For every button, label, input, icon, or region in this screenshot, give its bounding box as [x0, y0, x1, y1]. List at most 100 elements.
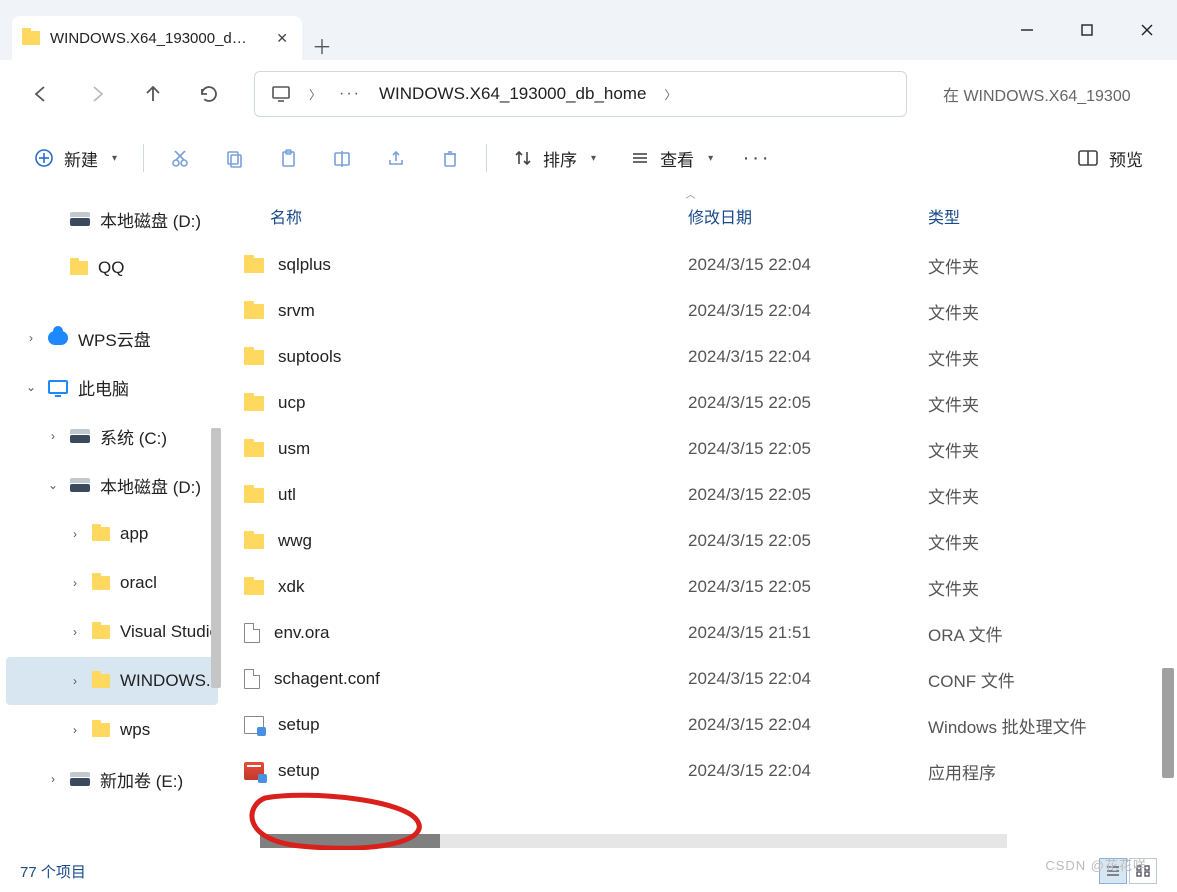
file-row[interactable]: suptools2024/3/15 22:04文件夹 — [224, 334, 1177, 380]
chevron-down-icon: ▾ — [708, 153, 713, 164]
chevron-right-icon[interactable]: › — [68, 527, 82, 541]
chevron-right-icon[interactable]: › — [24, 331, 38, 345]
folder-icon — [244, 258, 264, 273]
col-name[interactable]: 名称 — [244, 204, 688, 228]
file-row[interactable]: setup2024/3/15 22:04应用程序 — [224, 748, 1177, 794]
sidebar-item-label: wps — [120, 720, 150, 740]
up-button[interactable] — [130, 71, 176, 117]
file-row[interactable]: xdk2024/3/15 22:05文件夹 — [224, 564, 1177, 610]
navbar: 〉 ··· WINDOWS.X64_193000_db_home 〉 在 WIN… — [0, 60, 1177, 128]
collapse-handle[interactable]: ︿ — [224, 188, 1157, 200]
preview-label: 预览 — [1109, 146, 1143, 171]
folder-icon — [244, 304, 264, 319]
file-name: env.ora — [274, 623, 329, 643]
horizontal-scrollbar[interactable] — [260, 834, 1007, 848]
back-button[interactable] — [18, 71, 64, 117]
details-view-button[interactable] — [1099, 858, 1127, 884]
more-icon[interactable]: ··· — [339, 85, 361, 103]
chevron-down-icon: ▾ — [112, 153, 117, 164]
rename-button[interactable] — [318, 138, 366, 178]
maximize-button[interactable] — [1057, 0, 1117, 60]
fld-icon — [92, 625, 110, 639]
file-date: 2024/3/15 22:05 — [688, 531, 928, 551]
minimize-button[interactable] — [997, 0, 1057, 60]
sidebar-item[interactable]: ›oracl — [6, 559, 218, 607]
file-row[interactable]: wwg2024/3/15 22:05文件夹 — [224, 518, 1177, 564]
col-type[interactable]: 类型 — [928, 204, 1177, 228]
sidebar-item[interactable]: ⌄ 本地磁盘 (D:) — [6, 461, 218, 509]
tab-title: WINDOWS.X64_193000_db_hc — [50, 30, 250, 47]
sidebar-item[interactable]: › wps — [6, 706, 218, 754]
preview-button[interactable]: 预览 — [1063, 138, 1157, 178]
grid-view-button[interactable] — [1129, 858, 1157, 884]
sidebar-item-label: 本地磁盘 (D:) — [100, 473, 201, 498]
chevron-right-icon[interactable]: › — [68, 576, 82, 590]
sidebar-item[interactable]: ›系统 (C:) — [6, 412, 218, 460]
address-bar[interactable]: 〉 ··· WINDOWS.X64_193000_db_home 〉 — [254, 71, 907, 117]
breadcrumb-current[interactable]: WINDOWS.X64_193000_db_home — [379, 84, 646, 104]
file-row[interactable]: ucp2024/3/15 22:05文件夹 — [224, 380, 1177, 426]
folder-icon — [244, 396, 264, 411]
close-tab-icon[interactable]: ✕ — [264, 30, 288, 47]
sidebar-item[interactable]: ⌄ 此电脑 — [6, 363, 218, 411]
new-button[interactable]: 新建 ▾ — [20, 138, 131, 178]
hdd-icon — [70, 484, 90, 492]
file-date: 2024/3/15 22:05 — [688, 439, 928, 459]
sidebar-item-label: 此电脑 — [78, 375, 129, 400]
batch-icon — [244, 716, 264, 734]
sidebar-item[interactable]: › 新加卷 (E:) — [6, 755, 218, 803]
sidebar-item[interactable]: ›WINDOWS.X — [6, 657, 218, 705]
file-row[interactable]: utl2024/3/15 22:05文件夹 — [224, 472, 1177, 518]
more-button[interactable]: ··· — [733, 138, 781, 178]
file-date: 2024/3/15 22:04 — [688, 669, 928, 689]
delete-button[interactable] — [426, 138, 474, 178]
search-input[interactable]: 在 WINDOWS.X64_19300 — [929, 71, 1159, 117]
chevron-right-icon[interactable]: 〉 — [309, 86, 321, 103]
sidebar-item[interactable]: ›QQ — [6, 244, 218, 292]
chevron-right-icon[interactable]: 〉 — [664, 86, 676, 103]
chevron-right-icon[interactable]: › — [46, 429, 60, 443]
fld-icon — [92, 674, 110, 688]
file-row[interactable]: srvm2024/3/15 22:04文件夹 — [224, 288, 1177, 334]
chevron-down-icon[interactable]: ⌄ — [24, 380, 38, 394]
file-date: 2024/3/15 22:04 — [688, 301, 928, 321]
file-row[interactable]: env.ora2024/3/15 21:51ORA 文件 — [224, 610, 1177, 656]
sidebar-item-label: 本地磁盘 (D:) — [100, 207, 201, 232]
sort-button[interactable]: 排序 ▾ — [499, 138, 610, 178]
chevron-right-icon[interactable]: › — [68, 674, 82, 688]
file-date: 2024/3/15 22:04 — [688, 347, 928, 367]
chevron-right-icon[interactable]: › — [68, 723, 82, 737]
col-date[interactable]: 修改日期 — [688, 204, 928, 228]
paste-button[interactable] — [264, 138, 312, 178]
chevron-right-icon[interactable]: › — [46, 772, 60, 786]
close-button[interactable] — [1117, 0, 1177, 60]
file-name: setup — [278, 761, 320, 781]
sidebar-item[interactable]: ›WPS云盘 — [6, 314, 218, 362]
share-button[interactable] — [372, 138, 420, 178]
refresh-button[interactable] — [186, 71, 232, 117]
file-type: Windows 批处理文件 — [928, 713, 1177, 738]
sidebar-item-label: 新加卷 (E:) — [100, 767, 183, 792]
file-row[interactable]: setup2024/3/15 22:04Windows 批处理文件 — [224, 702, 1177, 748]
file-name: utl — [278, 485, 296, 505]
sidebar-item[interactable]: ›Visual Studio — [6, 608, 218, 656]
file-type: 文件夹 — [928, 529, 1177, 554]
file-row[interactable]: schagent.conf2024/3/15 22:04CONF 文件 — [224, 656, 1177, 702]
chevron-down-icon[interactable]: ⌄ — [46, 478, 60, 492]
copy-button[interactable] — [210, 138, 258, 178]
tab-current[interactable]: WINDOWS.X64_193000_db_hc ✕ — [12, 16, 302, 60]
file-type: 文件夹 — [928, 437, 1177, 462]
file-row[interactable]: sqlplus2024/3/15 22:04文件夹 — [224, 242, 1177, 288]
file-type: 文件夹 — [928, 299, 1177, 324]
view-button[interactable]: 查看 ▾ — [616, 138, 727, 178]
new-tab-button[interactable]: ＋ — [302, 31, 342, 60]
sidebar-item[interactable]: ›app — [6, 510, 218, 558]
chevron-right-icon[interactable]: › — [68, 625, 82, 639]
forward-button[interactable] — [74, 71, 120, 117]
status-bar: 77 个项目 — [0, 850, 1177, 892]
cut-button[interactable] — [156, 138, 204, 178]
file-date: 2024/3/15 22:04 — [688, 255, 928, 275]
hdd-icon — [70, 435, 90, 443]
file-row[interactable]: usm2024/3/15 22:05文件夹 — [224, 426, 1177, 472]
sidebar-item[interactable]: ›本地磁盘 (D:) — [6, 195, 218, 243]
